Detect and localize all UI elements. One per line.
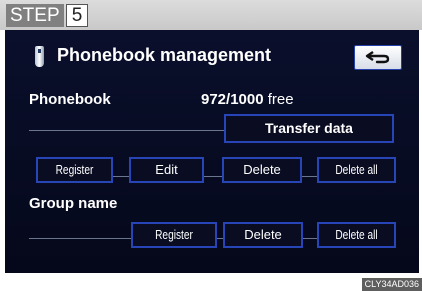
group-delete-button[interactable]: Delete	[223, 222, 303, 248]
divider	[29, 130, 224, 131]
step-header: STEP 5	[0, 0, 422, 30]
group-register-label: Register	[155, 227, 193, 242]
step-number: 5	[66, 4, 88, 27]
transfer-data-button[interactable]: Transfer data	[224, 114, 394, 143]
delete-label: Delete	[243, 162, 281, 177]
edit-button[interactable]: Edit	[129, 157, 204, 183]
connector	[303, 238, 317, 239]
return-arrow-icon	[365, 51, 390, 64]
transfer-data-label: Transfer data	[265, 120, 353, 136]
image-code: CLY34AD036	[361, 278, 422, 291]
connector	[302, 176, 317, 177]
register-label: Register	[55, 162, 94, 177]
connector	[113, 176, 129, 177]
step-label: STEP	[6, 4, 64, 27]
divider	[29, 238, 131, 239]
group-register-button[interactable]: Register	[131, 222, 217, 248]
delete-button[interactable]: Delete	[222, 157, 302, 183]
register-button[interactable]: Register	[36, 157, 113, 183]
group-delete-all-button[interactable]: Delete all	[317, 222, 396, 248]
connector	[204, 176, 222, 177]
phone-icon	[35, 46, 44, 67]
page-title: Phonebook management	[57, 45, 272, 65]
back-button[interactable]	[354, 45, 402, 70]
phonebook-count-suffix: free	[267, 91, 294, 108]
delete-all-label: Delete all	[335, 162, 378, 177]
edit-label: Edit	[155, 162, 178, 177]
phonebook-screen: Phonebook management Phonebook 972/1000 …	[5, 30, 419, 273]
bottom-strip	[5, 273, 419, 291]
phonebook-count: 972/1000	[201, 91, 264, 108]
phonebook-capacity: 972/1000 free	[201, 91, 294, 108]
delete-all-button[interactable]: Delete all	[317, 157, 396, 183]
group-name-label: Group name	[29, 195, 118, 212]
group-delete-label: Delete	[244, 227, 282, 242]
group-delete-all-label: Delete all	[335, 227, 378, 242]
phonebook-label: Phonebook	[29, 91, 111, 108]
